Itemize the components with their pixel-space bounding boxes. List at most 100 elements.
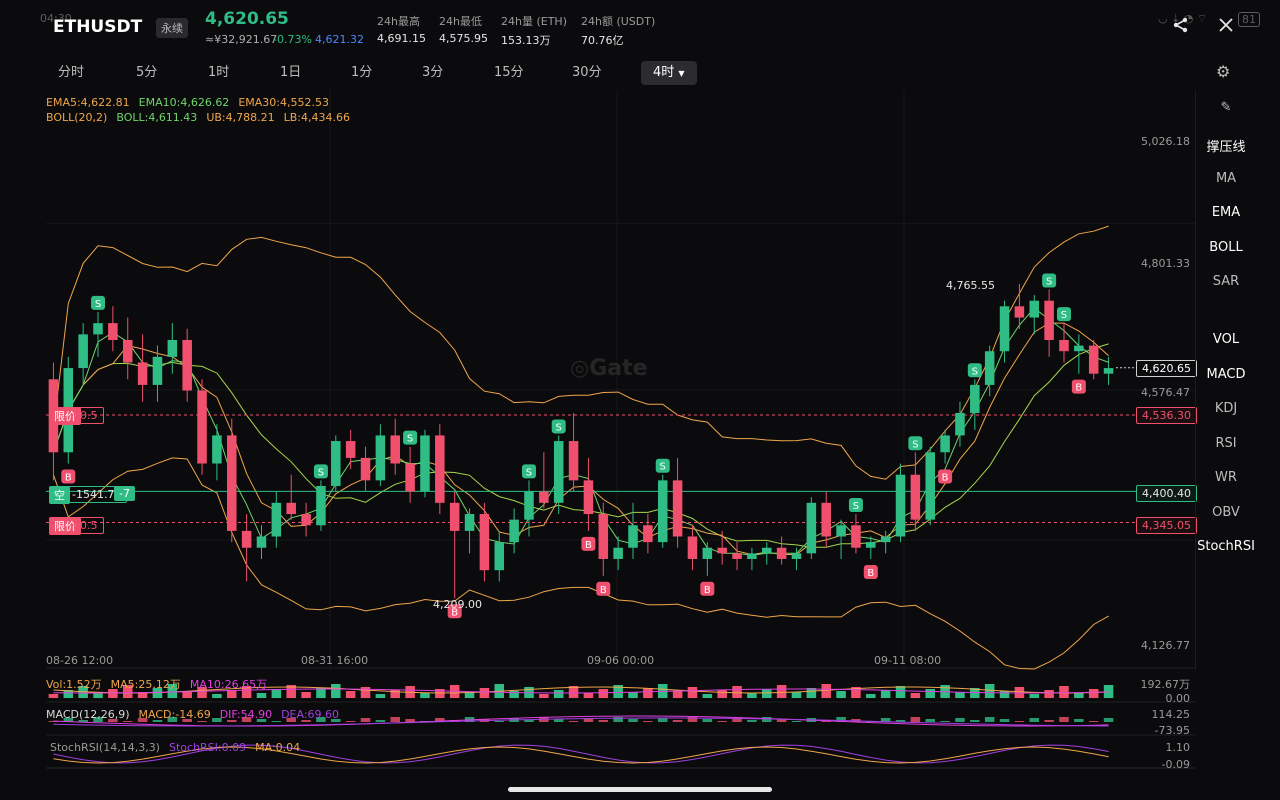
sell-signal-marker[interactable]: S — [91, 295, 106, 310]
macd-bar — [970, 720, 980, 722]
sell-signal-marker[interactable]: S — [313, 464, 328, 479]
share-icon[interactable] — [1172, 16, 1190, 39]
tool-boll[interactable]: BOLL — [1196, 240, 1256, 255]
tab-timeframe-1h[interactable]: 1时 — [208, 61, 229, 85]
volume-bar — [895, 686, 906, 698]
sell-signal-marker[interactable]: S — [521, 464, 536, 479]
candle-body — [657, 480, 668, 543]
tab-timeframe-4h[interactable]: 4时 ▼ — [641, 61, 697, 85]
svg-text:S: S — [318, 467, 324, 478]
home-indicator[interactable] — [508, 787, 772, 792]
volume-bar — [479, 688, 490, 698]
tool-sar[interactable]: SAR — [1196, 274, 1256, 289]
draw-pencil-icon[interactable]: ✎ — [1196, 100, 1256, 115]
svg-text:B: B — [704, 585, 711, 596]
low-price-annotation: 4,209.00 — [433, 598, 482, 611]
buy-signal-marker[interactable]: B — [61, 469, 76, 484]
boll-legend: BOLL(20,2) BOLL:4,611.43 UB:4,788.21 LB:4,4… — [46, 111, 350, 124]
tool-macd[interactable]: MACD — [1196, 367, 1256, 382]
volume-bar — [791, 692, 802, 698]
tool-stochrsi[interactable]: StochRSI — [1196, 539, 1256, 554]
candle-body — [271, 502, 282, 537]
volume-bar — [866, 694, 876, 698]
candle-body — [702, 547, 713, 559]
tool-kdj[interactable]: KDJ — [1196, 401, 1256, 416]
candle-body — [821, 502, 831, 537]
limit-order-qty-top[interactable]: 0.5 — [74, 407, 104, 424]
tab-timeframe-3m[interactable]: 3分 — [422, 61, 443, 85]
candle-body — [256, 536, 267, 548]
buy-signal-marker[interactable]: B — [938, 469, 953, 484]
macd-bar — [762, 717, 772, 722]
gate-watermark-logo: ◎Gate — [570, 356, 648, 381]
buy-signal-marker[interactable]: B — [1071, 379, 1086, 394]
sell-signal-marker[interactable]: S — [655, 458, 670, 473]
candle-body — [1103, 368, 1114, 374]
tab-timeframe-line[interactable]: 分时 — [58, 61, 84, 85]
macd-bar — [1103, 718, 1114, 722]
contract-type-badge: 永续 — [156, 18, 188, 38]
buy-signal-marker[interactable]: B — [596, 581, 611, 596]
candle-body — [420, 435, 430, 492]
volume-bar — [420, 693, 430, 698]
ema3-line — [52, 307, 1109, 556]
candle-body — [984, 351, 995, 385]
volume-bar — [732, 686, 742, 698]
tab-timeframe-5m[interactable]: 5分 — [136, 61, 157, 85]
candle-body — [880, 536, 891, 543]
buy-signal-marker[interactable]: B — [581, 536, 596, 551]
sell-signal-marker[interactable]: S — [1056, 307, 1071, 322]
limit-order-qty-bottom[interactable]: 0.5 — [74, 517, 104, 534]
sell-signal-marker[interactable]: S — [551, 419, 566, 434]
short-position-qty[interactable]: -7 — [114, 486, 135, 501]
volume-bar — [836, 691, 846, 698]
tab-timeframe-30m[interactable]: 30分 — [572, 61, 602, 85]
symbol-title[interactable]: ETHUSDT — [53, 17, 142, 37]
candle-body — [970, 384, 980, 413]
candlestick-chart[interactable]: SB SSBSSBBSBSBSBSSSB — [0, 90, 1195, 770]
sell-signal-marker[interactable]: S — [1042, 273, 1057, 288]
order-price-tag-top: 4,536.30 — [1136, 407, 1197, 424]
price-axis-label: 4,576.47 — [1141, 386, 1190, 399]
tool-ma[interactable]: MA — [1196, 171, 1256, 186]
volume-bar — [910, 693, 921, 698]
tool-obv[interactable]: OBV — [1196, 505, 1256, 520]
tool-rsi[interactable]: RSI — [1196, 436, 1256, 451]
macd-bar — [702, 719, 713, 722]
sell-signal-marker[interactable]: S — [908, 436, 923, 451]
buy-signal-marker[interactable]: B — [863, 564, 878, 579]
candle-body — [509, 519, 519, 543]
stoch-axis-label: 1.10 — [1165, 741, 1191, 754]
price-axis-label: 5,026.18 — [1141, 135, 1190, 148]
candle-body — [241, 530, 252, 548]
candle-body — [717, 547, 727, 554]
macd-bar — [375, 720, 386, 722]
tab-timeframe-15m[interactable]: 15分 — [494, 61, 524, 85]
sell-signal-marker[interactable]: S — [967, 363, 982, 378]
price-axis-label: 4,801.33 — [1141, 257, 1190, 270]
macd-bar — [1074, 719, 1084, 722]
volume-bar — [999, 691, 1010, 698]
candle-body — [643, 525, 653, 543]
volume-bar — [539, 694, 549, 698]
tool-ema[interactable]: EMA — [1196, 205, 1256, 220]
svg-text:S: S — [95, 299, 101, 310]
sell-signal-marker[interactable]: S — [403, 430, 418, 445]
svg-text:S: S — [407, 434, 413, 445]
tool-wr[interactable]: WR — [1196, 470, 1256, 485]
gear-icon[interactable]: ⚙ — [1216, 62, 1230, 81]
buy-signal-marker[interactable]: B — [700, 581, 715, 596]
macd-bar — [197, 721, 207, 722]
volume-bar — [375, 694, 386, 698]
tab-timeframe-1d[interactable]: 1日 — [280, 61, 301, 85]
stat-24h-low: 24h最低 4,575.95 — [439, 15, 488, 45]
candle-body — [539, 491, 549, 503]
tool-vol[interactable]: VOL — [1196, 332, 1256, 347]
sell-signal-marker[interactable]: S — [848, 498, 863, 513]
close-icon[interactable] — [1217, 16, 1235, 39]
macd-bar — [494, 721, 505, 722]
tool-support-resistance[interactable]: 撑压线 — [1196, 136, 1256, 155]
vol-axis-label: 192.67万 — [1140, 678, 1191, 691]
candle-body — [316, 485, 326, 526]
tab-timeframe-1m[interactable]: 1分 — [351, 61, 372, 85]
